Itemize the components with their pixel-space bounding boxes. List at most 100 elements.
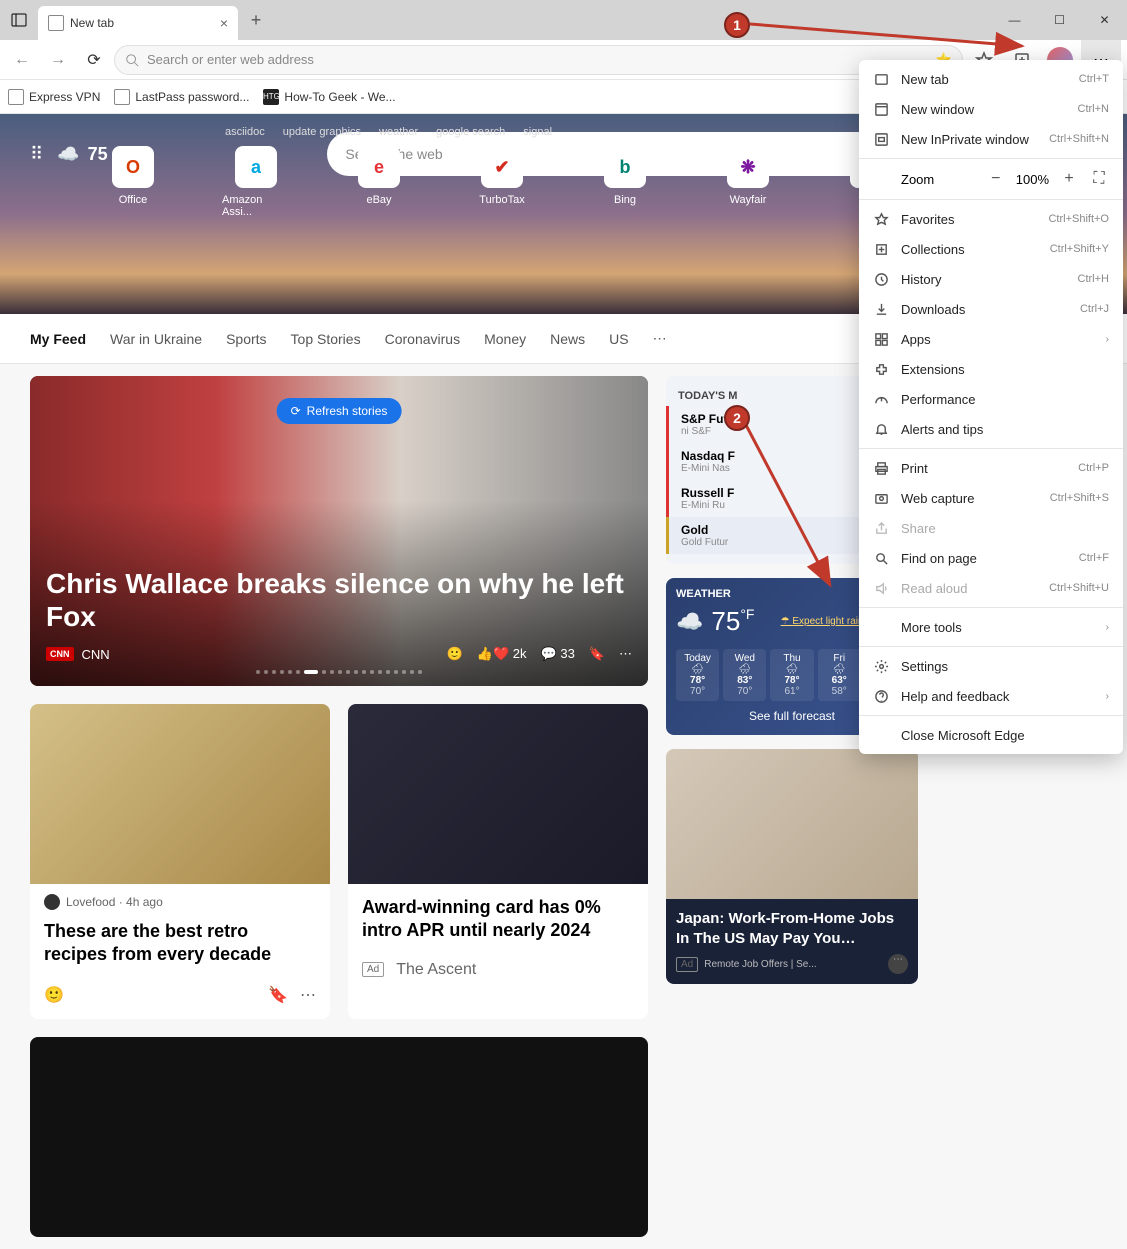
maximize-button[interactable]: ☐	[1037, 5, 1082, 35]
feed-tab[interactable]: My Feed	[30, 331, 86, 347]
bookmark-item[interactable]: LastPass password...	[114, 89, 249, 105]
menu-apps[interactable]: Apps›	[859, 324, 1123, 354]
forecast-day[interactable]: Thu🌧78°61°	[770, 649, 813, 701]
feed-tab[interactable]: US	[609, 331, 628, 347]
forecast-day[interactable]: Today🌧78°70°	[676, 649, 719, 701]
site-icon: ❋	[727, 146, 769, 188]
address-bar[interactable]: Search or enter web address ⭐	[114, 45, 963, 75]
refresh-icon: ⟳	[291, 404, 301, 418]
menu-settings[interactable]: Settings	[859, 651, 1123, 681]
bookmark-item[interactable]: HTGHow-To Geek - We...	[263, 89, 395, 105]
extensions-icon	[873, 361, 889, 377]
carousel-dots[interactable]	[46, 670, 632, 674]
feed-tab[interactable]: News	[550, 331, 585, 347]
site-icon: ✔	[481, 146, 523, 188]
page-icon	[8, 89, 24, 105]
forecast-day[interactable]: Wed🌧83°70°	[723, 649, 766, 701]
feed-tab[interactable]: Top Stories	[291, 331, 361, 347]
quick-link[interactable]: eeBay	[345, 146, 413, 218]
menu-performance[interactable]: Performance	[859, 384, 1123, 414]
quick-link[interactable]: ❋Wayfair	[714, 146, 782, 218]
back-button[interactable]: ←	[6, 44, 38, 76]
tab-title: New tab	[70, 16, 114, 30]
save-icon[interactable]: 🔖	[268, 985, 288, 1005]
source-icon	[44, 894, 60, 910]
card-image	[30, 704, 330, 884]
history-icon	[873, 271, 889, 287]
save-icon[interactable]: 🔖	[589, 646, 605, 662]
gear-icon	[873, 658, 889, 674]
menu-extensions[interactable]: Extensions	[859, 354, 1123, 384]
menu-inprivate[interactable]: New InPrivate windowCtrl+Shift+N	[859, 124, 1123, 154]
story-card[interactable]: Lovefood · 4h ago These are the best ret…	[30, 704, 330, 1019]
menu-help[interactable]: Help and feedback›	[859, 681, 1123, 711]
more-icon[interactable]: ⋯	[300, 985, 316, 1005]
refresh-button[interactable]: ⟳	[78, 44, 110, 76]
menu-print[interactable]: PrintCtrl+P	[859, 453, 1123, 483]
card-image	[348, 704, 648, 884]
tab-actions-button[interactable]	[0, 0, 38, 40]
site-icon: O	[112, 146, 154, 188]
feed-tab[interactable]: Money	[484, 331, 526, 347]
reactions[interactable]: 👍❤️ 2k	[477, 646, 527, 662]
quick-link[interactable]: bBing	[591, 146, 659, 218]
menu-find[interactable]: Find on pageCtrl+F	[859, 543, 1123, 573]
feed-tab[interactable]: War in Ukraine	[110, 331, 202, 347]
comments[interactable]: 💬 33	[541, 646, 575, 662]
menu-share: Share	[859, 513, 1123, 543]
browser-tab[interactable]: New tab ×	[38, 6, 238, 40]
menu-downloads[interactable]: DownloadsCtrl+J	[859, 294, 1123, 324]
reaction-icon[interactable]: 🙂	[44, 985, 64, 1005]
star-icon	[873, 211, 889, 227]
card-headline: Award-winning card has 0% intro APR unti…	[348, 884, 648, 953]
search-icon	[125, 53, 139, 67]
share-icon	[873, 520, 889, 536]
menu-collections[interactable]: CollectionsCtrl+Shift+Y	[859, 234, 1123, 264]
help-icon	[873, 688, 889, 704]
bookmark-item[interactable]: Express VPN	[8, 89, 100, 105]
menu-new-window[interactable]: New windowCtrl+N	[859, 94, 1123, 124]
forecast-day[interactable]: Fri🌧63°58°	[818, 649, 861, 701]
new-tab-button[interactable]: +	[242, 6, 270, 34]
menu-zoom: Zoom−100%+⛶	[859, 163, 1123, 195]
menu-favorites[interactable]: FavoritesCtrl+Shift+O	[859, 204, 1123, 234]
story-card[interactable]	[30, 1037, 648, 1237]
feed-tab[interactable]: Coronavirus	[385, 331, 460, 347]
close-window-button[interactable]: ✕	[1082, 5, 1127, 35]
quick-link[interactable]: aAmazon Assi...	[222, 146, 290, 218]
menu-web-capture[interactable]: Web captureCtrl+Shift+S	[859, 483, 1123, 513]
refresh-stories-button[interactable]: ⟳Refresh stories	[277, 398, 402, 424]
quick-link[interactable]: ✔TurboTax	[468, 146, 536, 218]
app-launcher-icon[interactable]: ⠿	[30, 144, 43, 165]
menu-close-edge[interactable]: Close Microsoft Edge	[859, 720, 1123, 750]
source-badge: CNN	[46, 647, 74, 661]
hero-story-card[interactable]: ⟳Refresh stories Chris Wallace breaks si…	[30, 376, 648, 686]
menu-more-tools[interactable]: More tools›	[859, 612, 1123, 642]
site-icon: e	[358, 146, 400, 188]
reaction-icon[interactable]: 🙂	[447, 646, 463, 662]
ad-card[interactable]: Award-winning card has 0% intro APR unti…	[348, 704, 648, 1019]
minimize-button[interactable]: —	[992, 5, 1037, 35]
story-source: CNN	[82, 647, 110, 662]
menu-alerts[interactable]: Alerts and tips	[859, 414, 1123, 444]
close-tab-icon[interactable]: ×	[220, 15, 228, 31]
more-icon[interactable]: ⋯	[619, 646, 632, 662]
zoom-in-button[interactable]: +	[1059, 170, 1079, 188]
more-icon[interactable]: ⋯	[888, 954, 908, 974]
ad-image	[666, 749, 918, 899]
feed-tab[interactable]: Sports	[226, 331, 266, 347]
menu-new-tab[interactable]: New tabCtrl+T	[859, 64, 1123, 94]
collections-icon	[873, 241, 889, 257]
sponsored-card[interactable]: Japan: Work-From-Home Jobs In The US May…	[666, 749, 918, 984]
menu-history[interactable]: HistoryCtrl+H	[859, 264, 1123, 294]
find-icon	[873, 550, 889, 566]
story-headline: Chris Wallace breaks silence on why he l…	[46, 567, 632, 634]
ad-headline: Japan: Work-From-Home Jobs In The US May…	[676, 909, 908, 948]
quick-link[interactable]: OOffice	[99, 146, 167, 218]
site-icon: a	[235, 146, 277, 188]
fullscreen-icon[interactable]: ⛶	[1089, 170, 1109, 188]
more-feed-icon[interactable]: ⋯	[653, 330, 667, 347]
zoom-out-button[interactable]: −	[986, 170, 1006, 188]
settings-menu: New tabCtrl+T New windowCtrl+N New InPri…	[859, 60, 1123, 754]
cloud-icon: ☁️	[57, 144, 79, 165]
